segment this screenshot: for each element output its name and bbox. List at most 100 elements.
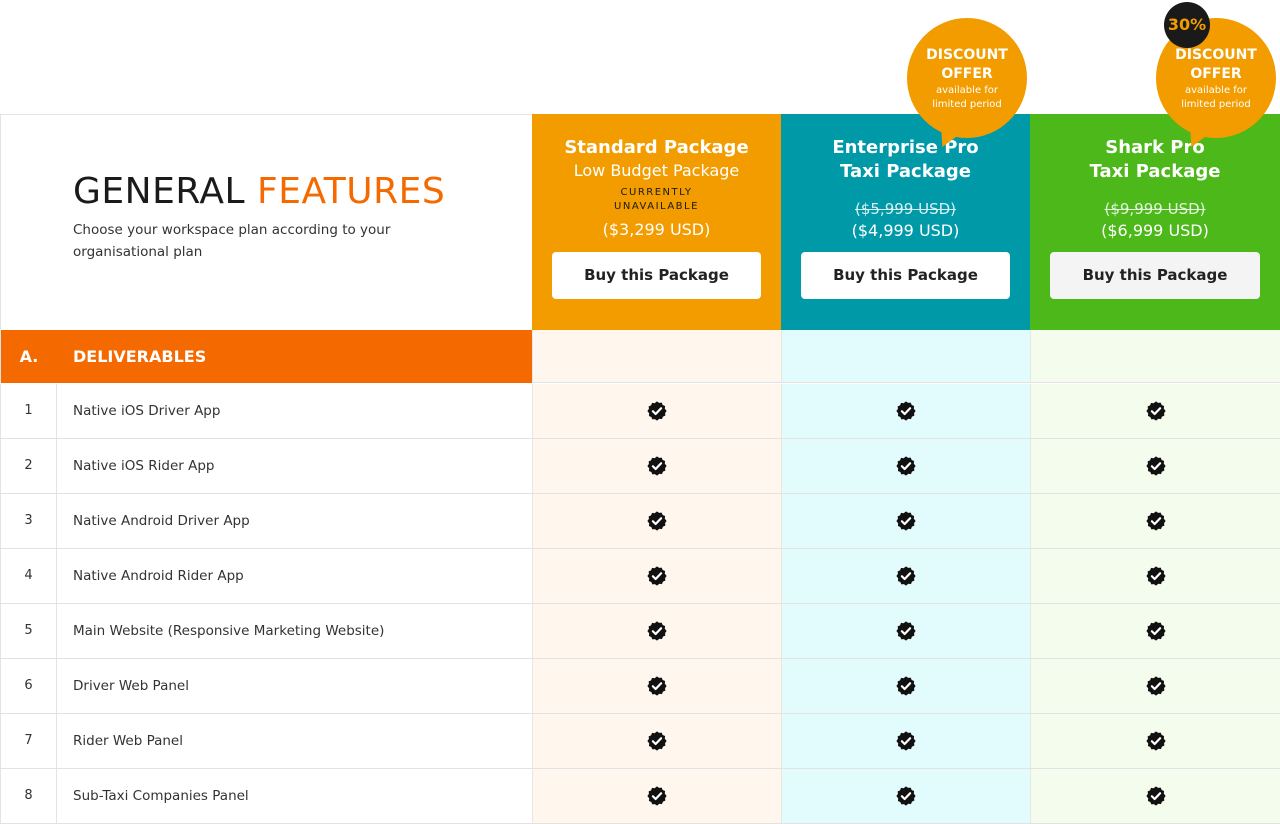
cell-shark bbox=[1030, 769, 1280, 823]
cell-standard bbox=[532, 769, 781, 823]
verified-check-icon bbox=[647, 511, 667, 531]
verified-check-icon bbox=[896, 456, 916, 476]
cell-standard bbox=[532, 494, 781, 548]
badge-line: available for bbox=[935, 85, 999, 96]
section-cell-shark bbox=[1030, 330, 1280, 383]
table-row: 5 Main Website (Responsive Marketing Web… bbox=[0, 604, 1280, 659]
package-status: CURRENTLY UNAVAILABLE bbox=[614, 187, 699, 212]
title-features: FEATURES bbox=[257, 171, 446, 212]
row-number: 8 bbox=[0, 769, 57, 823]
row-number: 3 bbox=[0, 494, 57, 548]
verified-check-icon bbox=[647, 456, 667, 476]
package-subname: Taxi Package bbox=[840, 161, 971, 182]
discount-badge-enterprise: DISCOUNT OFFER available for limited per… bbox=[907, 18, 1027, 138]
package-subname: Taxi Package bbox=[1089, 161, 1221, 182]
cell-standard bbox=[532, 604, 781, 658]
cell-enterprise bbox=[781, 659, 1030, 713]
verified-check-icon bbox=[1145, 786, 1166, 806]
verified-check-icon bbox=[1145, 566, 1166, 586]
package-subname: Low Budget Package bbox=[573, 161, 740, 180]
table-row: 1 Native iOS Driver App bbox=[0, 384, 1280, 439]
row-number: 2 bbox=[0, 439, 57, 493]
cell-standard bbox=[532, 549, 781, 603]
verified-check-icon bbox=[647, 566, 667, 586]
section-cell-enterprise bbox=[781, 330, 1030, 383]
section-cell-standard bbox=[532, 330, 781, 383]
table-row: 7 Rider Web Panel bbox=[0, 714, 1280, 769]
feature-name: Driver Web Panel bbox=[73, 678, 189, 694]
verified-check-icon bbox=[896, 401, 916, 421]
feature-name: Native iOS Driver App bbox=[73, 403, 221, 419]
badge-line: available for bbox=[1184, 85, 1248, 96]
cell-enterprise bbox=[781, 714, 1030, 768]
cell-standard bbox=[532, 384, 781, 438]
verified-check-icon bbox=[1145, 511, 1166, 531]
cell-enterprise bbox=[781, 494, 1030, 548]
verified-check-icon bbox=[896, 731, 916, 751]
table-row: 3 Native Android Driver App bbox=[0, 494, 1280, 549]
cell-enterprise bbox=[781, 549, 1030, 603]
package-standard: Standard Package Low Budget Package CURR… bbox=[532, 114, 781, 330]
page-subtitle: Choose your workspace plan according to … bbox=[73, 222, 391, 260]
table-row: 6 Driver Web Panel bbox=[0, 659, 1280, 714]
verified-check-icon bbox=[1145, 456, 1166, 476]
badge-line: DISCOUNT bbox=[1175, 47, 1257, 63]
verified-check-icon bbox=[647, 786, 667, 806]
section-title: DELIVERABLES bbox=[57, 330, 532, 383]
verified-check-icon bbox=[896, 786, 916, 806]
package-old-price: ($5,999 USD) bbox=[854, 200, 956, 218]
cell-standard bbox=[532, 659, 781, 713]
verified-check-icon bbox=[896, 676, 916, 696]
verified-check-icon bbox=[647, 731, 667, 751]
row-number: 1 bbox=[0, 384, 57, 438]
package-price: ($3,299 USD) bbox=[602, 220, 711, 239]
buy-shark-button[interactable]: Buy this Package bbox=[1050, 252, 1260, 299]
feature-name: Native iOS Rider App bbox=[73, 458, 215, 474]
feature-name: Native Android Driver App bbox=[73, 513, 250, 529]
package-name: Shark Pro bbox=[1105, 137, 1205, 158]
verified-check-icon bbox=[647, 401, 667, 421]
package-shark: Shark Pro Taxi Package ($9,999 USD) ($6,… bbox=[1030, 114, 1280, 330]
package-name: Standard Package bbox=[564, 137, 749, 158]
badge-line: DISCOUNT bbox=[926, 47, 1008, 63]
table-row: 8 Sub-Taxi Companies Panel bbox=[0, 769, 1280, 824]
feature-name: Sub-Taxi Companies Panel bbox=[73, 788, 249, 804]
row-number: 5 bbox=[0, 604, 57, 658]
verified-check-icon bbox=[896, 566, 916, 586]
cell-shark bbox=[1030, 659, 1280, 713]
verified-check-icon bbox=[1145, 621, 1166, 641]
badge-line: OFFER bbox=[1190, 66, 1242, 82]
package-price: ($6,999 USD) bbox=[1101, 221, 1209, 240]
buy-standard-button[interactable]: Buy this Package bbox=[552, 252, 761, 299]
package-enterprise: Enterprise Pro Taxi Package ($5,999 USD)… bbox=[781, 114, 1030, 330]
general-features-header: GENERAL FEATURES Choose your workspace p… bbox=[0, 114, 532, 330]
verified-check-icon bbox=[896, 511, 916, 531]
buy-enterprise-button[interactable]: Buy this Package bbox=[801, 252, 1010, 299]
row-number: 7 bbox=[0, 714, 57, 768]
table-row: 2 Native iOS Rider App bbox=[0, 439, 1280, 494]
package-old-price: ($9,999 USD) bbox=[1104, 200, 1206, 218]
verified-check-icon bbox=[896, 621, 916, 641]
cell-standard bbox=[532, 439, 781, 493]
cell-enterprise bbox=[781, 769, 1030, 823]
verified-check-icon bbox=[1145, 401, 1166, 421]
cell-standard bbox=[532, 714, 781, 768]
package-price: ($4,999 USD) bbox=[851, 221, 960, 240]
cell-enterprise bbox=[781, 384, 1030, 438]
verified-check-icon bbox=[647, 621, 667, 641]
cell-shark bbox=[1030, 384, 1280, 438]
row-number: 6 bbox=[0, 659, 57, 713]
title-general: GENERAL bbox=[73, 171, 246, 212]
cell-shark bbox=[1030, 714, 1280, 768]
package-name: Enterprise Pro bbox=[832, 137, 979, 158]
badge-line: limited period bbox=[1181, 99, 1251, 110]
feature-name: Rider Web Panel bbox=[73, 733, 183, 749]
discount-percent-badge: 30% bbox=[1164, 2, 1210, 48]
verified-check-icon bbox=[1145, 731, 1166, 751]
feature-name: Native Android Rider App bbox=[73, 568, 244, 584]
badge-line: limited period bbox=[932, 99, 1002, 110]
cell-shark bbox=[1030, 549, 1280, 603]
verified-check-icon bbox=[647, 676, 667, 696]
feature-name: Main Website (Responsive Marketing Websi… bbox=[73, 623, 385, 639]
cell-shark bbox=[1030, 494, 1280, 548]
